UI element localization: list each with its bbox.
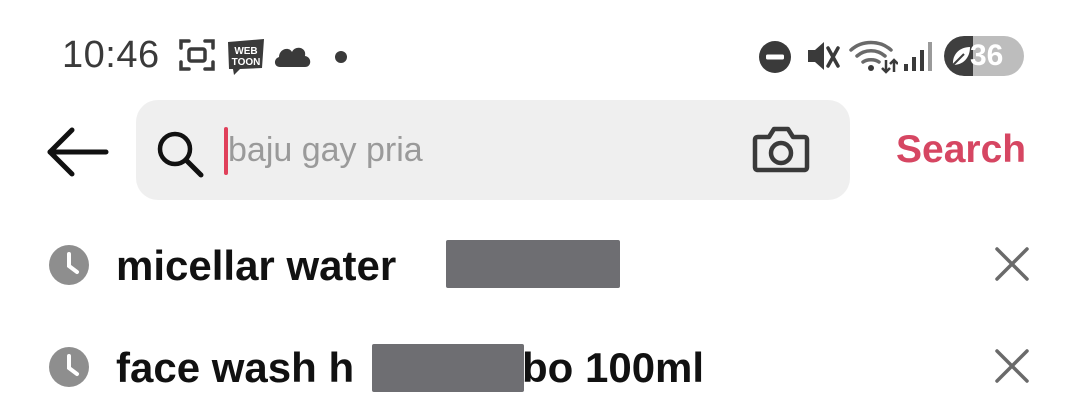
search-input[interactable] [224,122,748,178]
clock-icon [49,245,89,285]
redacted-block [446,240,620,288]
search-icon [157,131,204,178]
status-bar: 10:46 WEB TOON 36 [0,0,1078,100]
status-time: 10:46 [62,34,160,76]
signal-icon [904,42,932,71]
svg-text:WEB: WEB [234,46,257,57]
screenshot-icon [179,39,215,71]
clock-icon [49,347,89,387]
close-icon[interactable] [994,246,1030,282]
do-not-disturb-icon [759,41,791,73]
battery-indicator: 36 [944,36,1024,76]
mute-icon [808,42,840,70]
recent-search-item[interactable]: micellar water [0,224,1078,304]
wifi-icon [849,40,898,74]
camera-icon[interactable] [752,125,810,175]
search-submit-button[interactable]: Search [896,128,1026,172]
recent-search-item[interactable]: face wash h bo 100ml [0,326,1078,406]
redacted-block [372,344,524,392]
recent-search-text: micellar water [116,242,397,289]
recent-search-text: face wash h [116,344,355,391]
search-bar[interactable] [136,100,850,200]
svg-text:TOON: TOON [232,57,261,68]
back-button[interactable] [42,122,114,184]
notification-dot-icon [335,51,347,63]
cloud-icon [274,47,311,67]
recent-search-text-suffix: bo 100ml [522,344,705,391]
battery-saver-icon [952,47,970,66]
close-icon[interactable] [994,348,1030,384]
text-cursor [224,127,228,175]
back-arrow-icon [47,127,109,177]
webtoon-app-icon: WEB TOON [228,39,264,75]
battery-level: 36 [970,39,1004,72]
